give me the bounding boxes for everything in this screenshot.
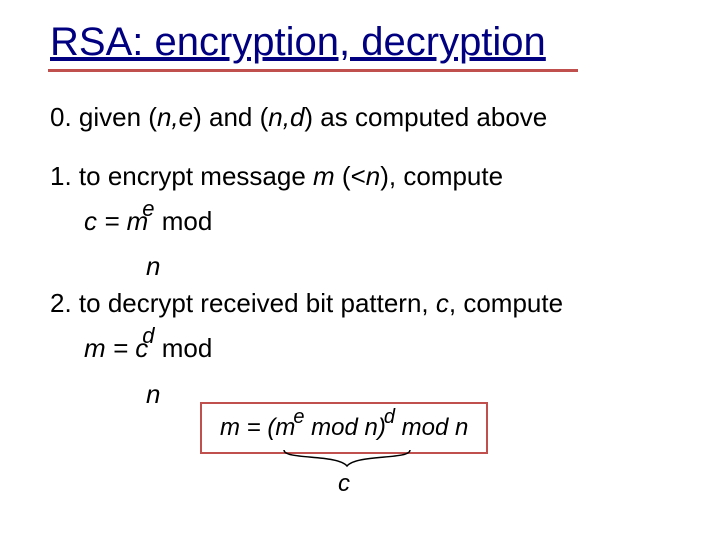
identity-box-wrap: m = (me mod n)d mod n c xyxy=(200,402,488,454)
step0-post: ) as computed above xyxy=(304,102,547,132)
spacer xyxy=(50,145,680,159)
step0-pre: 0. given ( xyxy=(50,102,157,132)
step0-n2: n, xyxy=(268,102,290,132)
underbrace-icon xyxy=(282,448,412,468)
eq2-mod: mod xyxy=(155,333,213,363)
box-b: mod n) xyxy=(304,414,385,441)
eq1-n: n xyxy=(146,251,160,281)
step1-c: ), compute xyxy=(380,161,503,191)
step-2: 2. to decrypt received bit pattern, c, c… xyxy=(50,286,680,321)
step2-a: 2. to decrypt received bit pattern, xyxy=(50,288,436,318)
step1-b: (< xyxy=(335,161,366,191)
step0-e: e xyxy=(179,102,193,132)
eq1-exp: e xyxy=(142,196,154,221)
box-b-rm: mod n) xyxy=(304,414,385,441)
step2-b: , compute xyxy=(449,288,563,318)
eq1-c: c = m xyxy=(84,206,148,236)
eq2-m: m = c xyxy=(84,333,148,363)
underbrace-label: c xyxy=(338,470,350,498)
step1-m: m xyxy=(313,161,335,191)
step0-d: d xyxy=(290,102,304,132)
box-a: m = (m xyxy=(220,414,295,441)
equation-2: m = cd mod xyxy=(84,331,680,366)
slide: RSA: encryption, decryption 0. given (n,… xyxy=(0,0,720,540)
identity-box: m = (me mod n)d mod n xyxy=(200,402,488,454)
title-underline xyxy=(48,69,578,72)
step-1: 1. to encrypt message m (<n), compute xyxy=(50,159,680,194)
box-c: mod n xyxy=(395,414,468,441)
step-0: 0. given (n,e) and (n,d) as computed abo… xyxy=(50,100,680,135)
eq2-n: n xyxy=(146,379,160,409)
step0-mid: ) and ( xyxy=(193,102,268,132)
equation-1-n: n xyxy=(146,249,680,284)
step0-n1: n, xyxy=(157,102,179,132)
box-e: e xyxy=(293,406,304,428)
eq2-exp: d xyxy=(142,323,154,348)
slide-title: RSA: encryption, decryption xyxy=(50,20,680,65)
equation-1: c = me mod xyxy=(84,204,680,239)
eq1-mod: mod xyxy=(155,206,213,236)
step1-a: 1. to encrypt message xyxy=(50,161,313,191)
box-d: d xyxy=(384,406,395,428)
step1-n: n xyxy=(366,161,380,191)
step2-c: c xyxy=(436,288,449,318)
